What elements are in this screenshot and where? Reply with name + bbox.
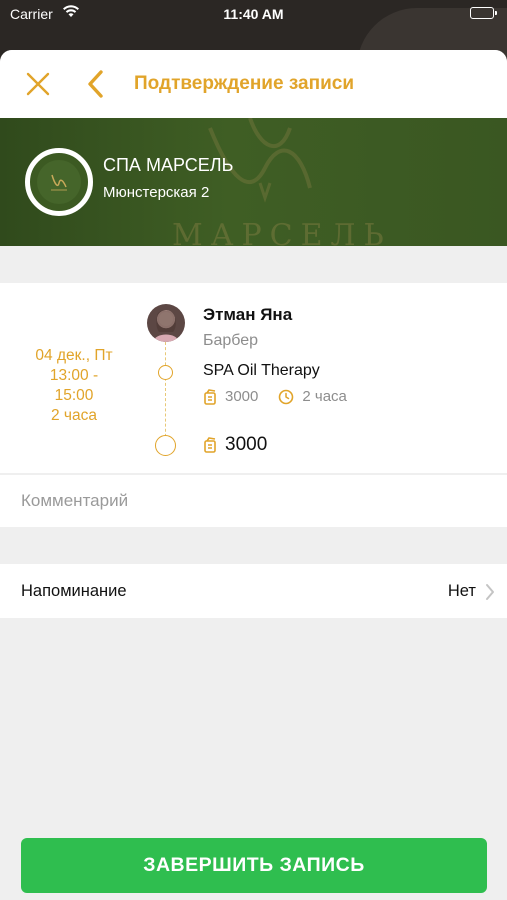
timeline-service-marker: [158, 365, 173, 380]
reminder-row[interactable]: Напоминание Нет: [0, 564, 507, 618]
master-role: Барбер: [203, 332, 259, 349]
appointment-date: 04 дек., Пт: [35, 347, 113, 364]
back-chevron-icon[interactable]: [84, 68, 108, 100]
clock-label: 11:40 AM: [223, 6, 284, 22]
comment-input[interactable]: [0, 475, 507, 527]
total-price: 3000: [225, 434, 268, 455]
finish-booking-button[interactable]: ЗАВЕРШИТЬ ЗАПИСЬ: [21, 838, 487, 893]
chevron-right-icon: [485, 583, 495, 606]
appointment-time-start: 13:00 -: [49, 367, 99, 384]
master-name: Этман Яна: [203, 305, 293, 324]
master-avatar[interactable]: [147, 304, 185, 342]
close-icon[interactable]: [24, 70, 52, 98]
price-tag-icon: [203, 437, 217, 453]
confirmation-sheet: Подтверждение записи МАРСЕЛЬ СПА МАРСЕЛЬ…: [0, 50, 507, 900]
appointment-datetime: 04 дек., Пт 13:00 - 15:00 2 часа: [0, 346, 148, 426]
clock-icon: [278, 389, 294, 405]
salon-banner: МАРСЕЛЬ СПА МАРСЕЛЬ Мюнстерская 2: [0, 118, 507, 246]
service-duration: 2 часа: [302, 388, 347, 405]
service-meta: 3000 2 часа: [203, 388, 347, 405]
appointment-duration: 2 часа: [51, 407, 97, 424]
salon-address: Мюнстерская 2: [103, 184, 210, 201]
salon-name: СПА МАРСЕЛЬ: [103, 155, 234, 175]
appointment-total: 3000: [203, 434, 267, 456]
timeline-line: [165, 342, 166, 442]
salon-logo: [25, 148, 93, 216]
appointment-time-end: 15:00: [54, 387, 94, 404]
service-duration-group: 2 часа: [278, 388, 347, 405]
page-title: Подтверждение записи: [134, 73, 354, 94]
reminder-value: Нет: [447, 582, 476, 600]
reminder-label: Напоминание: [21, 582, 127, 600]
appointment-card: 04 дек., Пт 13:00 - 15:00 2 часа Этман Я…: [0, 283, 507, 473]
timeline-total-marker: [155, 435, 176, 456]
battery-icon: [470, 7, 497, 19]
service-price: 3000: [225, 388, 259, 405]
nav-bar: Подтверждение записи: [0, 50, 507, 118]
comment-row: [0, 475, 507, 527]
service-name: SPA Oil Therapy: [203, 362, 320, 379]
banner-watermark: МАРСЕЛЬ: [172, 218, 392, 246]
salon-logo-emblem-icon: [37, 160, 81, 204]
status-bar: Carrier 11:40 AM: [0, 0, 507, 28]
price-tag-icon: [203, 388, 217, 405]
